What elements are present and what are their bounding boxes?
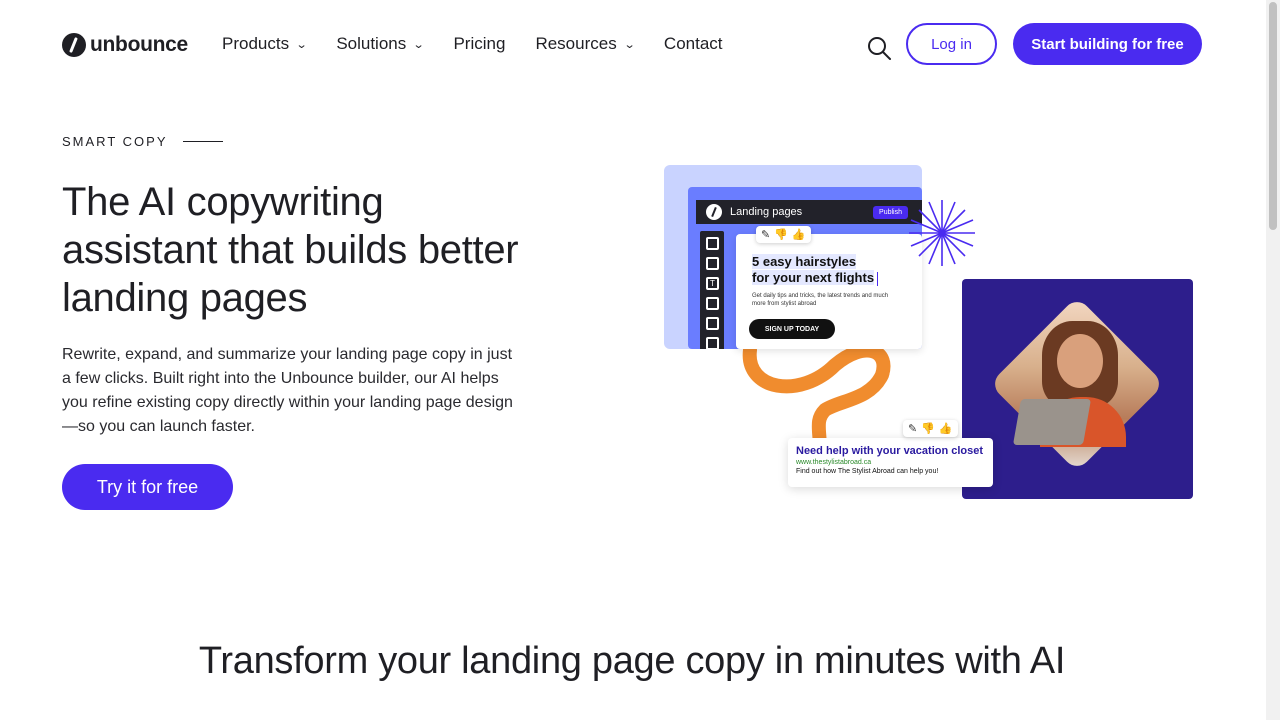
card-headline-line1: 5 easy hairstyles xyxy=(752,254,857,269)
form-tool-icon xyxy=(706,337,719,349)
ad-url: www.thestylistabroad.ca xyxy=(796,459,872,466)
eyebrow: SMART COPY xyxy=(62,134,224,149)
search-ad-card: ✎ 👎 👍 Need help with your vacation close… xyxy=(788,420,993,487)
builder-topbar: Landing pages Publish xyxy=(696,200,922,224)
unbounce-logo[interactable]: unbounce xyxy=(62,33,188,57)
unbounce-logo-icon xyxy=(706,204,722,220)
logo-text: unbounce xyxy=(90,33,188,56)
card-subtext: Get daily tips and tricks, the latest tr… xyxy=(752,293,889,307)
pencil-icon: ✎ xyxy=(908,423,918,435)
main-nav: Products ⌄ Solutions ⌄ Pricing Resources… xyxy=(222,34,753,54)
nav-item-products[interactable]: Products ⌄ xyxy=(222,34,308,54)
section-title: Transform your landing page copy in minu… xyxy=(198,640,1066,682)
section-tool-icon xyxy=(706,257,719,270)
laptop xyxy=(1012,399,1092,445)
starburst-decoration xyxy=(909,200,975,266)
eyebrow-text: SMART COPY xyxy=(62,134,168,149)
person-face xyxy=(1057,334,1103,388)
ai-actions-toolbar: ✎ 👎 👍 xyxy=(756,226,811,243)
ad-description: Find out how The Stylist Abroad can help… xyxy=(796,468,939,475)
search-button[interactable] xyxy=(866,35,892,61)
thumbs-up-icon: 👍 xyxy=(938,423,953,435)
photo-card xyxy=(962,279,1193,499)
unbounce-logo-icon xyxy=(62,33,86,57)
nav-label-contact: Contact xyxy=(663,34,723,53)
card-headline-line2: for your next flights xyxy=(752,270,875,285)
hero-description: Rewrite, expand, and summarize your land… xyxy=(62,346,513,435)
thumbs-up-icon: 👍 xyxy=(791,229,806,241)
video-tool-icon xyxy=(706,317,719,330)
ad-title: Need help with your vacation closet xyxy=(796,445,984,457)
ai-actions-toolbar: ✎ 👎 👍 xyxy=(903,420,958,437)
builder-title: Landing pages xyxy=(730,206,803,218)
chevron-down-icon: ⌄ xyxy=(295,38,308,51)
start-building-button[interactable]: Start building for free xyxy=(1013,23,1202,65)
nav-item-solutions[interactable]: Solutions ⌄ xyxy=(336,34,425,54)
nav-item-resources[interactable]: Resources ⌄ xyxy=(535,34,636,54)
eyebrow-divider xyxy=(183,141,224,142)
login-button[interactable]: Log in xyxy=(906,23,997,65)
chevron-down-icon: ⌄ xyxy=(623,38,636,51)
nav-item-contact[interactable]: Contact xyxy=(664,34,723,54)
nav-label-pricing: Pricing xyxy=(453,34,506,53)
nav-label-resources: Resources xyxy=(535,34,617,53)
landing-page-card: ✎ 👎 👍 5 easy hairstyles for your next fl… xyxy=(736,226,922,349)
publish-button: Publish xyxy=(873,206,908,219)
hero-illustration: Landing pages Publish T ✎ 👎 👍 5 easy hai… xyxy=(650,150,1210,510)
box-tool-icon xyxy=(706,237,719,250)
image-tool-icon xyxy=(706,297,719,310)
builder-toolbar: T xyxy=(700,231,724,349)
nav-label-solutions: Solutions xyxy=(336,34,407,53)
scrollbar-thumb[interactable] xyxy=(1269,2,1277,230)
thumbs-down-icon: 👎 xyxy=(921,423,935,435)
text-tool-icon: T xyxy=(706,277,719,290)
text-cursor xyxy=(877,271,879,286)
search-icon xyxy=(868,37,891,60)
nav-item-pricing[interactable]: Pricing xyxy=(453,34,505,54)
thumbs-down-icon: 👎 xyxy=(774,229,788,241)
card-headline: 5 easy hairstyles for your next flights xyxy=(752,254,902,286)
pencil-icon: ✎ xyxy=(761,229,771,241)
signup-button: SIGN UP TODAY xyxy=(749,319,835,339)
hero-title: The AI copywriting assistant that builds… xyxy=(62,180,519,320)
site-header: unbounce Products ⌄ Solutions ⌄ Pricing … xyxy=(0,0,1266,90)
nav-label-products: Products xyxy=(222,34,290,53)
scrollbar-track[interactable] xyxy=(1266,0,1280,720)
chevron-down-icon: ⌄ xyxy=(412,38,425,51)
try-it-free-button[interactable]: Try it for free xyxy=(62,464,233,510)
